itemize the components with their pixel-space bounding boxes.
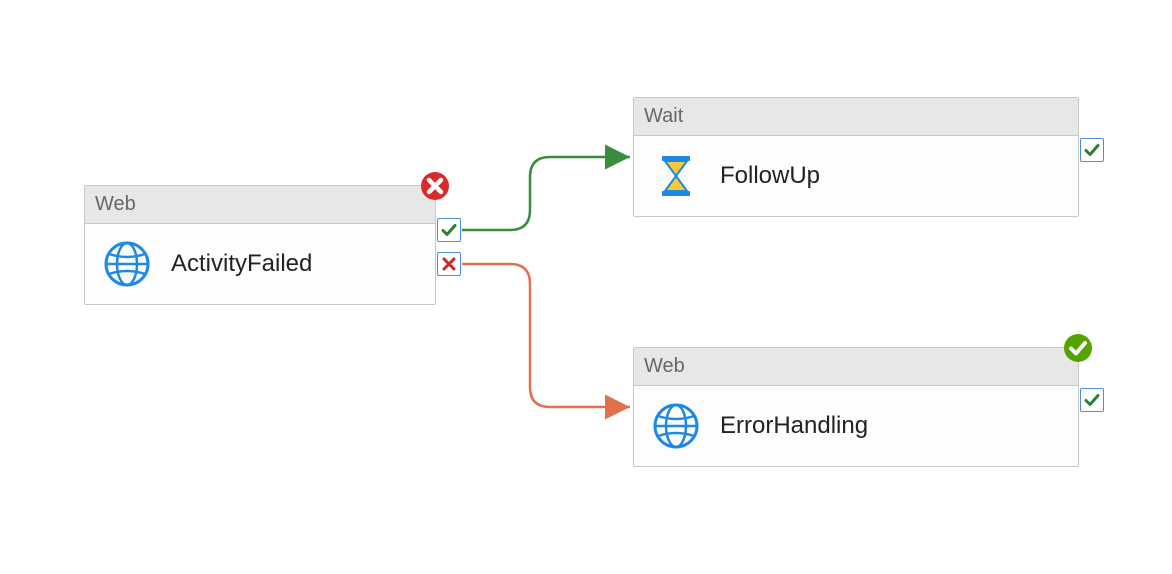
node-header: Wait [634,98,1078,136]
node-type-label: Wait [644,105,683,128]
connector-failure [462,264,630,407]
node-follow-up[interactable]: Wait FollowUp [633,97,1079,217]
globe-icon [103,240,151,288]
output-port-failure[interactable] [437,252,461,276]
node-title: FollowUp [720,162,820,190]
status-failed-icon [420,171,450,201]
output-port-success[interactable] [437,218,461,242]
node-header: Web [85,186,435,224]
check-icon [1084,392,1100,408]
node-header: Web [634,348,1078,386]
globe-icon [652,402,700,450]
output-port-success[interactable] [1080,138,1104,162]
node-body: ActivityFailed [85,224,435,304]
node-type-label: Web [644,355,685,378]
node-body: FollowUp [634,136,1078,216]
connector-success [462,157,630,230]
node-body: ErrorHandling [634,386,1078,466]
check-icon [1084,142,1100,158]
check-icon [441,222,457,238]
node-title: ErrorHandling [720,412,868,440]
status-succeeded-icon [1063,333,1093,363]
node-error-handling[interactable]: Web ErrorHandling [633,347,1079,467]
node-activity-failed[interactable]: Web ActivityFailed [84,185,436,305]
pipeline-canvas[interactable]: Web ActivityFailed [0,0,1172,574]
hourglass-icon [652,152,700,200]
node-title: ActivityFailed [171,250,312,278]
node-type-label: Web [95,193,136,216]
x-icon [442,257,456,271]
output-port-success[interactable] [1080,388,1104,412]
